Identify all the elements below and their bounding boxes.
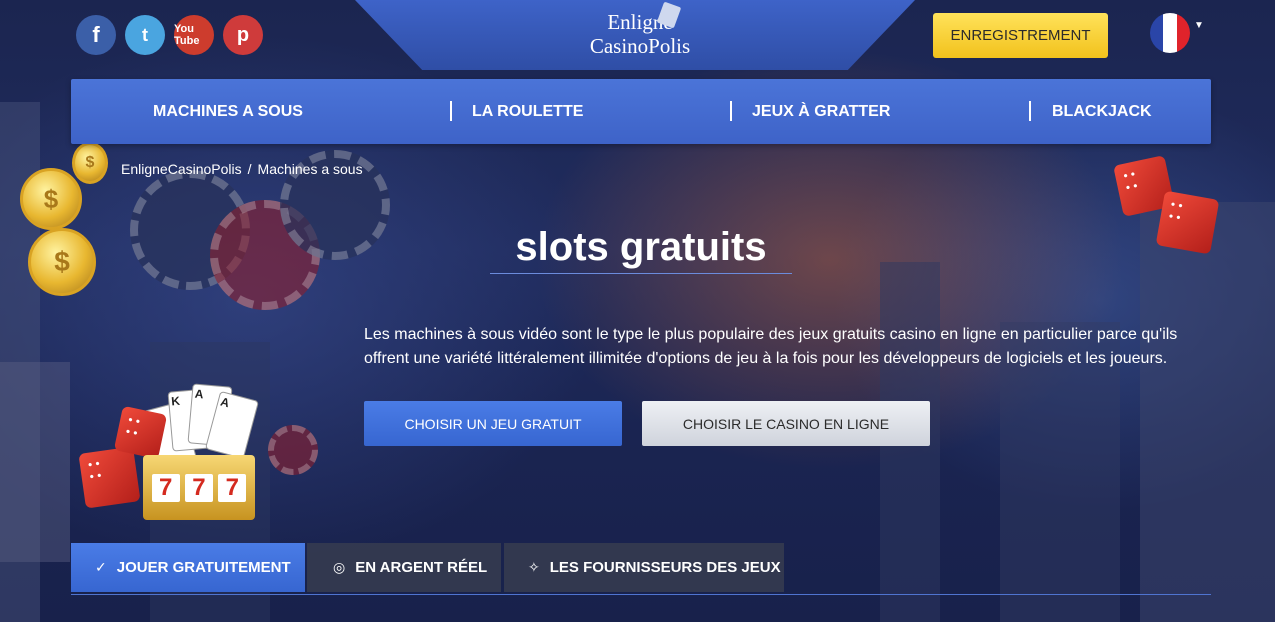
tabs-divider [71,594,1211,595]
title-underline [490,273,792,274]
tab-en-argent-reel[interactable]: ◎ EN ARGENT RÉEL [307,543,501,592]
nav-separator [450,101,452,121]
gold-coin-icon: $ [20,168,82,230]
tab-jouer-gratuitement[interactable]: ✓ JOUER GRATUITEMENT [71,543,305,592]
site-logo[interactable]: Enligne CasinoPolis [560,1,720,58]
nav-item-jeux-a-gratter[interactable]: JEUX À GRATTER [752,79,890,144]
breadcrumb-current: Machines a sous [257,161,363,177]
logo-text-line2: CasinoPolis [589,34,691,58]
slot-symbol: 7 [184,473,213,502]
gold-coin-icon: $ [72,142,108,184]
skyline-building [0,362,70,562]
pinterest-icon[interactable]: p [223,15,263,55]
slot-machine-decoration: 7 7 7 [143,455,255,520]
nav-item-la-roulette[interactable]: LA ROULETTE [472,79,583,144]
nav-item-machines-a-sous[interactable]: MACHINES A SOUS [153,79,303,144]
gold-coin-icon: $ [28,228,96,296]
nav-item-blackjack[interactable]: BLACKJACK [1052,79,1152,144]
tab-label: LES FOURNISSEURS DES JEUX [549,559,781,576]
facebook-icon[interactable]: f [76,15,116,55]
dice-icon [1155,190,1220,255]
casino-chip-decoration [268,425,318,475]
nav-separator [1029,101,1031,121]
tab-label: JOUER GRATUITEMENT [116,559,291,576]
language-dropdown-caret-icon[interactable]: ▼ [1194,20,1204,31]
coins-icon: ◎ [333,559,346,575]
twitter-icon[interactable]: t [125,15,165,55]
slot-symbol: 7 [151,473,180,502]
nav-separator [730,101,732,121]
choose-free-game-button[interactable]: CHOISIR UN JEU GRATUIT [364,401,622,446]
breadcrumb-separator: / [247,161,252,177]
tab-label: EN ARGENT RÉEL [355,559,488,576]
slot-symbol: 7 [218,473,247,502]
tab-les-fournisseurs-des-jeux[interactable]: ✧ LES FOURNISSEURS DES JEUX [504,543,784,592]
flag-stripe-white [1163,13,1177,53]
puzzle-icon: ✧ [528,559,540,575]
breadcrumb-home-link[interactable]: EnligneCasinoPolis [121,161,242,177]
hero-description: Les machines à sous vidéo sont le type l… [364,326,1178,367]
check-icon: ✓ [95,559,107,575]
dice-icon [113,405,168,460]
skyline-building [1140,202,1275,622]
youtube-icon[interactable]: You Tube [174,15,214,55]
register-button[interactable]: ENREGISTREMENT [933,13,1108,58]
dice-icon [78,446,141,509]
logo-text-line1: Enligne [607,10,673,34]
choose-online-casino-button[interactable]: CHOISIR LE CASINO EN LIGNE [642,401,930,446]
page-title: slots gratuits [515,225,767,269]
flag-stripe-blue [1150,13,1164,53]
flag-stripe-red [1176,13,1190,53]
breadcrumb: EnligneCasinoPolis / Machines a sous [121,161,363,177]
language-flag-france-icon[interactable] [1150,13,1190,53]
